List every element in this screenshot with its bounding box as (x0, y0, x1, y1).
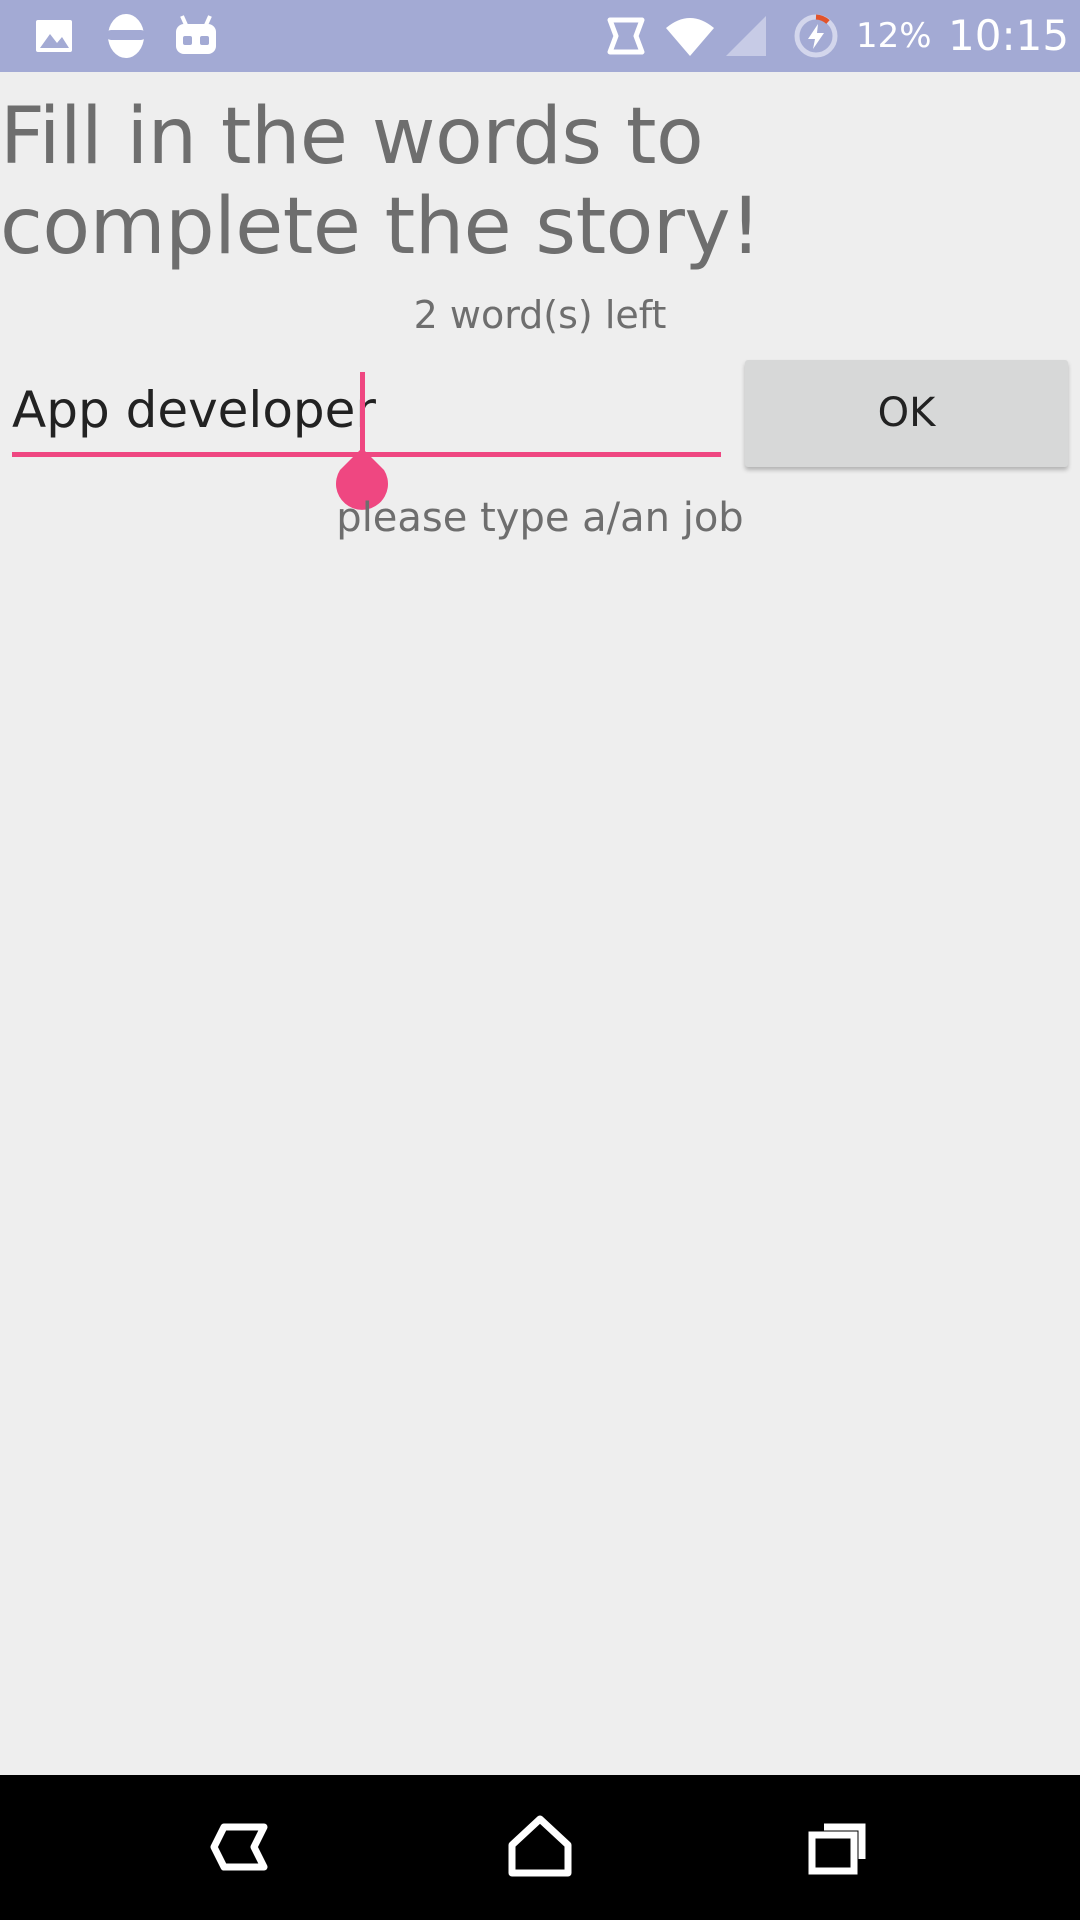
battery-charging-icon (792, 12, 840, 60)
navigation-bar (0, 1775, 1080, 1920)
android-debug-icon (172, 12, 220, 60)
back-icon[interactable] (190, 1797, 290, 1897)
image-icon (30, 12, 78, 60)
clock: 10:15 (948, 11, 1070, 60)
page-title: Fill in the words to complete the story! (0, 92, 761, 272)
status-bar: 12% 10:15 (0, 0, 1080, 72)
text-cursor (360, 372, 365, 452)
recents-icon[interactable] (790, 1797, 890, 1897)
words-left-counter: 2 word(s) left (413, 293, 667, 337)
battery-percent: 12% (856, 16, 932, 56)
ok-button[interactable]: OK (745, 360, 1068, 467)
cyanogen-icon (102, 12, 150, 60)
wifi-icon (666, 12, 714, 60)
signal-icon (722, 12, 770, 60)
nfc-icon (602, 12, 650, 60)
home-icon[interactable] (490, 1797, 590, 1897)
word-input-value: App developer (12, 381, 376, 439)
word-input-field[interactable]: App developer (12, 368, 721, 458)
input-hint: please type a/an job (336, 495, 744, 541)
